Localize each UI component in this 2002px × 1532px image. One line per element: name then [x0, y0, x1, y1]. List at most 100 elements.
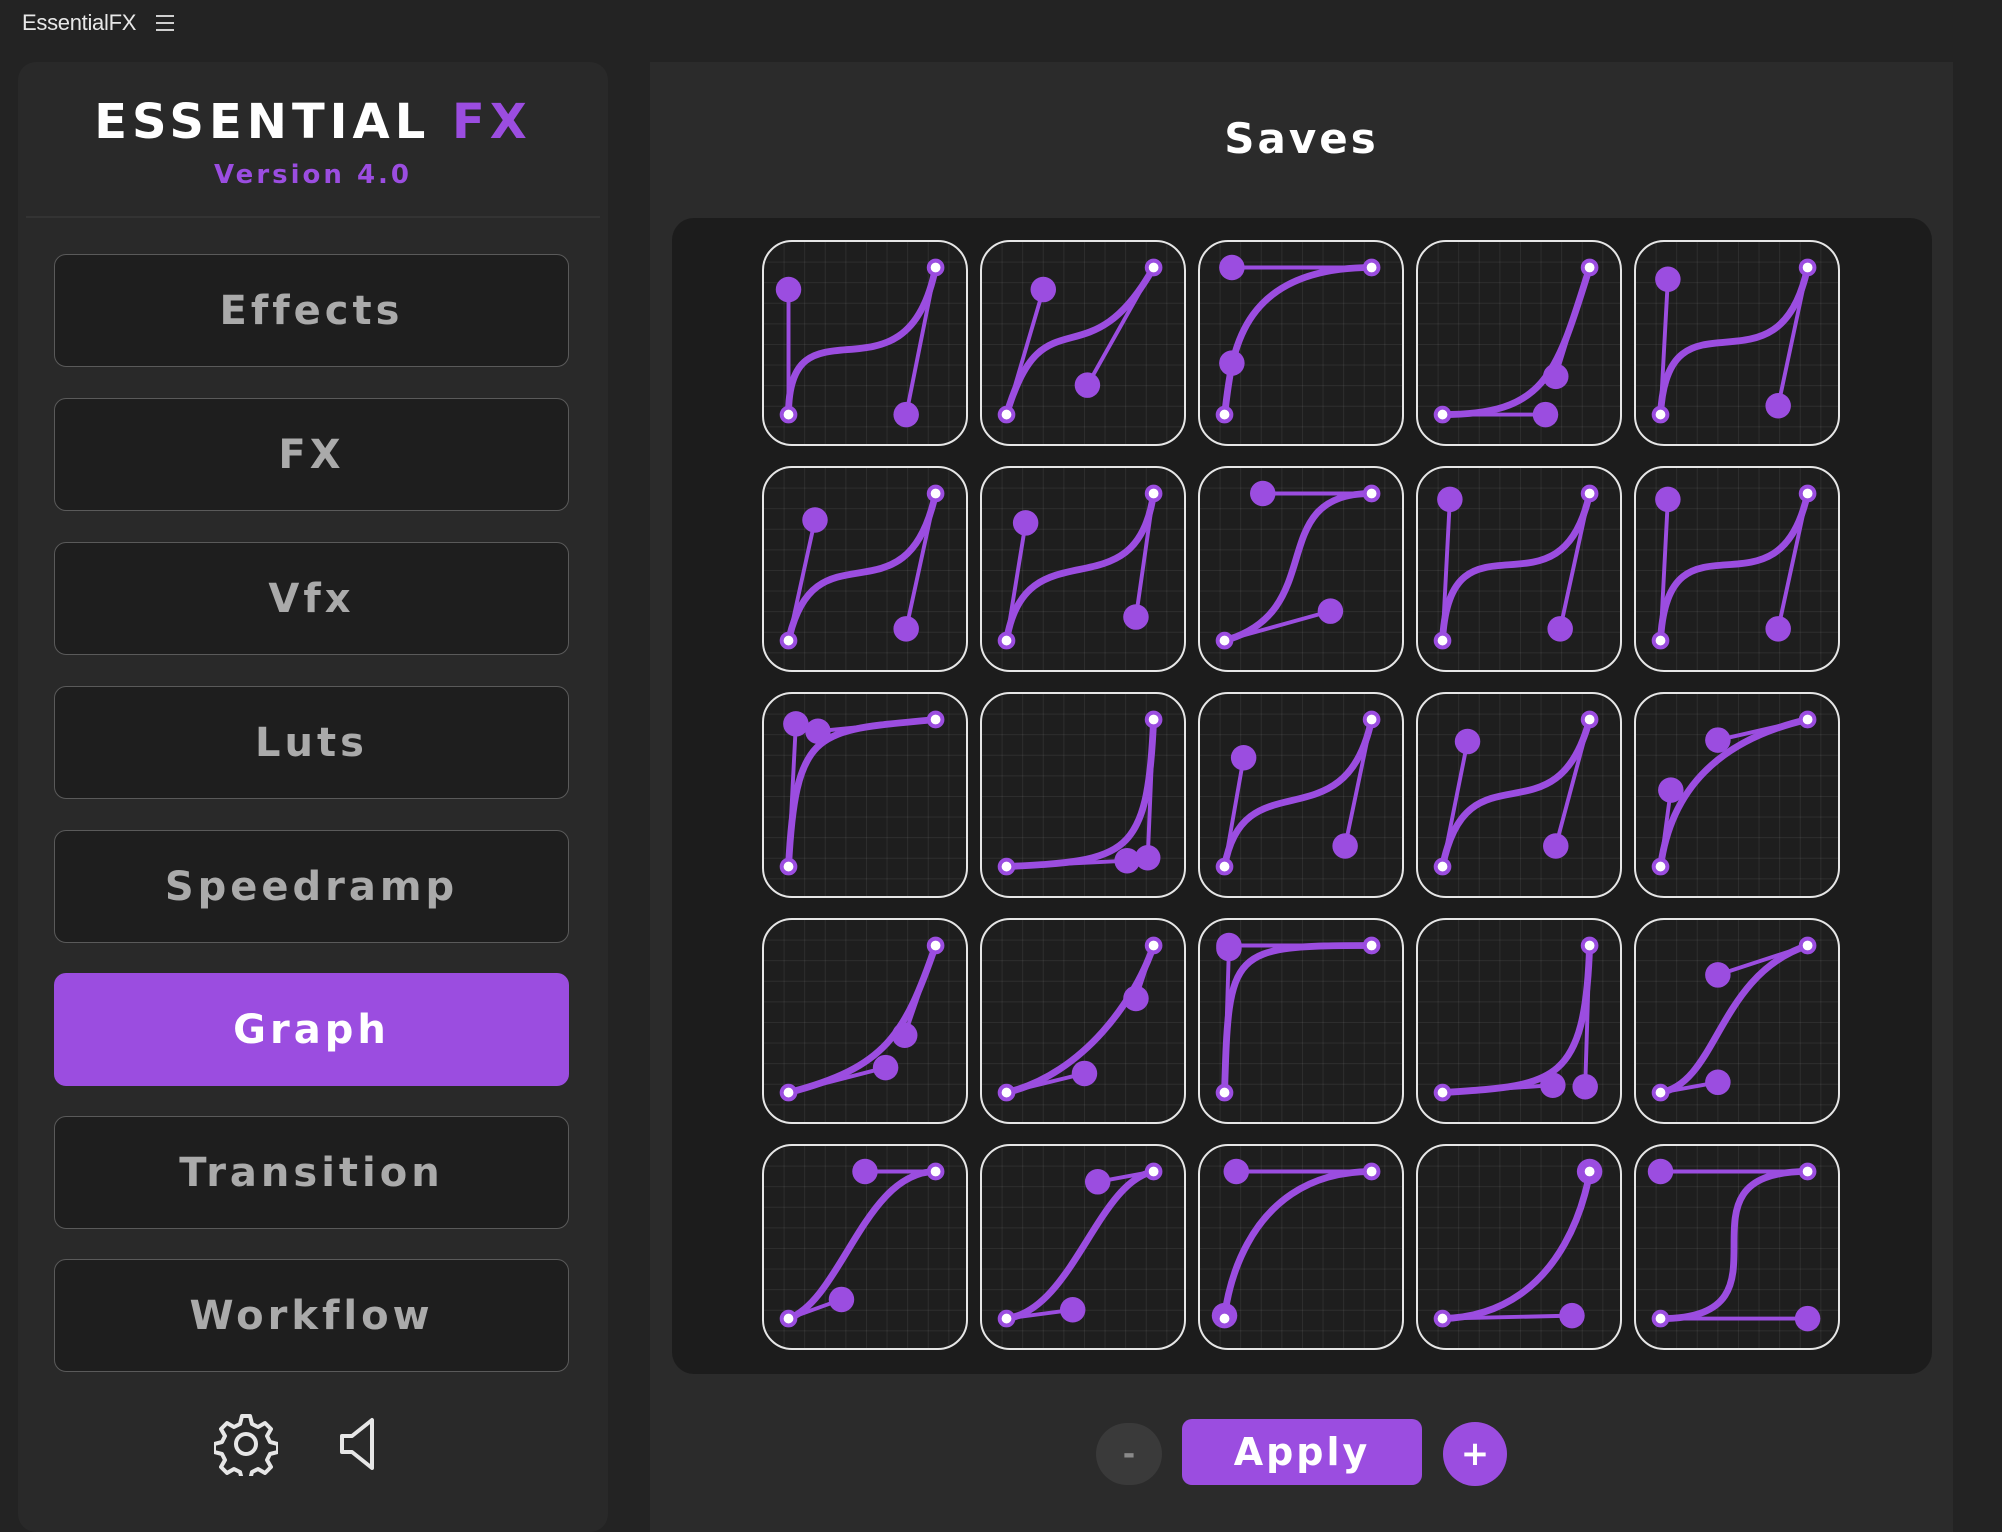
- curve-anchor: [926, 484, 945, 503]
- curve-anchor: [997, 631, 1016, 650]
- curve-anchor: [779, 1083, 798, 1102]
- saved-curve-tile[interactable]: [1198, 1144, 1404, 1350]
- curve-anchor: [1580, 484, 1599, 503]
- curve-handle: [1250, 480, 1276, 507]
- curve-anchor: [1144, 710, 1163, 729]
- curve-anchor: [1651, 405, 1670, 424]
- sidebar-tools: [18, 1412, 608, 1482]
- easing-curve: [1657, 264, 1812, 419]
- curve-handle: [893, 616, 919, 642]
- curve-handle: [1123, 985, 1149, 1012]
- curve-handle: [1223, 1158, 1250, 1185]
- saved-curve-tile[interactable]: [762, 466, 968, 672]
- saved-curve-tile[interactable]: [1416, 1144, 1622, 1350]
- easing-curve-graph: [1433, 710, 1599, 876]
- curve-anchor: [1144, 258, 1163, 277]
- saved-curve-tile[interactable]: [1416, 918, 1622, 1124]
- easing-curve: [1439, 942, 1594, 1097]
- curve-handle: [1012, 510, 1039, 536]
- saved-curve-tile[interactable]: [762, 1144, 968, 1350]
- saved-curve-tile[interactable]: [762, 692, 968, 898]
- curve-handle: [1134, 845, 1161, 871]
- saved-curve-tile[interactable]: [1198, 240, 1404, 446]
- hamburger-menu-icon[interactable]: [156, 15, 175, 31]
- nav-speedramp-button[interactable]: Speedramp: [54, 830, 569, 943]
- saved-curve-tile[interactable]: [1416, 240, 1622, 446]
- curve-anchor: [926, 258, 945, 277]
- saved-curve-tile[interactable]: [762, 240, 968, 446]
- gear-icon[interactable]: [212, 1412, 280, 1482]
- easing-curve-graph: [997, 710, 1163, 876]
- saved-curve-tile[interactable]: [1634, 466, 1840, 672]
- curve-anchor: [779, 405, 798, 424]
- curve-anchor: [1362, 710, 1381, 729]
- speaker-icon[interactable]: [336, 1416, 384, 1472]
- curve-anchor: [1798, 936, 1817, 955]
- curve-anchor: [1144, 936, 1163, 955]
- easing-curve-graph: [1433, 258, 1599, 428]
- curve-handle: [1219, 350, 1245, 376]
- saved-curve-tile[interactable]: [980, 1144, 1186, 1350]
- saved-curve-tile[interactable]: [1416, 466, 1622, 672]
- curve-handle: [1705, 1069, 1731, 1096]
- curve-anchor: [1651, 631, 1670, 650]
- nav-effects-button[interactable]: Effects: [54, 254, 569, 367]
- curve-anchor: [1798, 258, 1817, 277]
- curve-anchor: [1798, 484, 1817, 503]
- nav-transition-button[interactable]: Transition: [54, 1116, 569, 1229]
- saved-curve-tile[interactable]: [980, 918, 1186, 1124]
- curve-handle: [1317, 598, 1344, 624]
- saved-curve-tile[interactable]: [1634, 692, 1840, 898]
- saved-curve-tile[interactable]: [1198, 918, 1404, 1124]
- apply-button[interactable]: Apply: [1182, 1419, 1422, 1485]
- easing-curve: [1657, 1168, 1812, 1323]
- curve-handle: [852, 1158, 878, 1185]
- nav-vfx-button[interactable]: Vfx: [54, 542, 569, 655]
- easing-curve-graph: [1215, 932, 1381, 1102]
- divider: [26, 216, 600, 218]
- curve-anchor: [1362, 484, 1381, 503]
- nav-workflow-button[interactable]: Workflow: [54, 1259, 569, 1372]
- saved-curve-tile[interactable]: [1634, 1144, 1840, 1350]
- easing-curve: [1439, 264, 1594, 419]
- easing-curve-graph: [1433, 1158, 1603, 1329]
- easing-curve-graph: [779, 710, 945, 876]
- saved-curve-tile[interactable]: [1198, 466, 1404, 672]
- easing-curve: [785, 942, 940, 1097]
- saved-curve-tile[interactable]: [980, 692, 1186, 898]
- easing-curve-graph: [779, 1158, 945, 1328]
- curve-anchor: [1362, 258, 1381, 277]
- saved-curve-tile[interactable]: [1416, 692, 1622, 898]
- curve-anchor: [1215, 1083, 1234, 1102]
- curve-handle: [1071, 1060, 1098, 1087]
- saved-curve-tile[interactable]: [1634, 918, 1840, 1124]
- nav-graph-button[interactable]: Graph: [54, 973, 569, 1086]
- add-save-button[interactable]: +: [1443, 1422, 1507, 1486]
- curve-anchor: [1215, 857, 1234, 876]
- nav-luts-button[interactable]: Luts: [54, 686, 569, 799]
- easing-curve-graph: [997, 1162, 1163, 1328]
- curve-anchor: [997, 405, 1016, 424]
- curve-anchor: [779, 857, 798, 876]
- easing-curve-graph: [1651, 484, 1817, 650]
- saved-curve-tile[interactable]: [762, 918, 968, 1124]
- curve-handle: [1765, 616, 1791, 642]
- saves-grid: [672, 218, 1932, 1374]
- curve-anchor: [1215, 631, 1234, 650]
- easing-curve: [1221, 942, 1376, 1097]
- brand: ESSENTIAL FX Version 4.0: [18, 98, 608, 190]
- nav-fx-button[interactable]: FX: [54, 398, 569, 511]
- easing-curve-graph: [1433, 936, 1599, 1102]
- easing-curve-graph: [779, 936, 945, 1102]
- saved-curve-tile[interactable]: [1198, 692, 1404, 898]
- saved-curve-tile[interactable]: [980, 240, 1186, 446]
- saved-curve-tile[interactable]: [1634, 240, 1840, 446]
- saved-curve-tile[interactable]: [980, 466, 1186, 672]
- curve-anchor: [997, 1083, 1016, 1102]
- curve-anchor: [997, 857, 1016, 876]
- curve-handle: [1230, 744, 1257, 771]
- remove-save-button[interactable]: -: [1096, 1423, 1162, 1485]
- curve-anchor: [926, 710, 945, 729]
- curve-handle: [783, 711, 809, 737]
- curve-anchor: [1798, 710, 1817, 729]
